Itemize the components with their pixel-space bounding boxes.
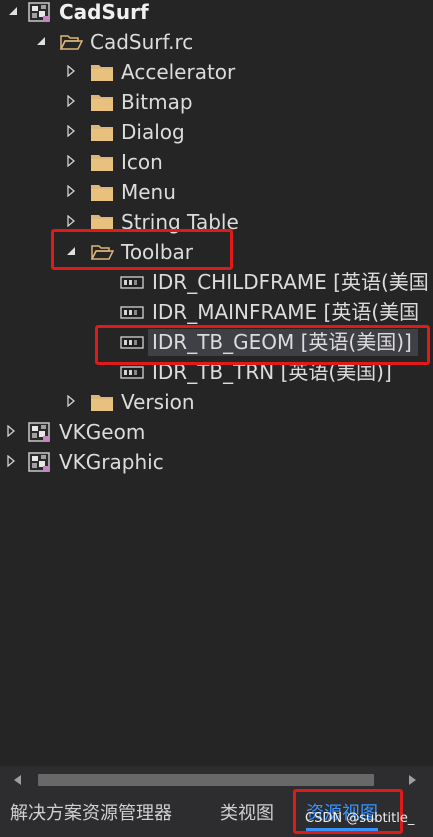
resource-tree: CadSurf CadSurf.rc Accelerator Bitmap Di… — [0, 0, 433, 762]
tree-item-label: CadSurf — [59, 0, 149, 24]
collapsed-arrow-icon[interactable] — [64, 117, 78, 147]
tree-item-cadsurf-rc[interactable]: CadSurf.rc — [0, 27, 433, 57]
horizontal-scrollbar[interactable] — [0, 766, 433, 794]
collapsed-arrow-icon[interactable] — [64, 387, 78, 417]
watermark: CSDN @subtitle_ — [305, 811, 415, 826]
tree-item-label: Accelerator — [121, 60, 236, 84]
resource-language: [英语(美国)] — [280, 360, 392, 384]
tree-item-label: VKGeom — [59, 420, 146, 444]
collapsed-arrow-icon[interactable] — [64, 87, 78, 117]
project-icon — [28, 422, 50, 442]
folder-icon — [90, 152, 113, 172]
folder-icon — [90, 392, 113, 412]
tree-item-string-table[interactable]: String Table — [0, 207, 433, 237]
tree-item-label: Menu — [121, 180, 176, 204]
expanded-arrow-icon[interactable] — [64, 237, 78, 267]
tree-item-idr-tb-geom[interactable]: IDR_TB_GEOM [英语(美国)] — [0, 327, 433, 357]
tree-item-idr-mainframe[interactable]: IDR_MAINFRAME [英语(美国 — [0, 297, 433, 327]
folder-icon — [90, 122, 113, 142]
tree-item-idr-childframe[interactable]: IDR_CHILDFRAME [英语(美国 — [0, 267, 433, 297]
scroll-left-icon[interactable] — [10, 772, 26, 788]
active-tab-indicator — [306, 828, 378, 831]
resource-language: [英语(美国 — [333, 270, 429, 294]
tree-item-dialog[interactable]: Dialog — [0, 117, 433, 147]
toolbar-resource-icon — [120, 362, 144, 382]
project-icon — [28, 2, 50, 22]
project-icon — [28, 452, 50, 472]
collapsed-arrow-icon[interactable] — [64, 57, 78, 87]
tree-item-label: String Table — [121, 210, 239, 234]
collapsed-arrow-icon[interactable] — [4, 417, 18, 447]
collapsed-arrow-icon[interactable] — [4, 447, 18, 477]
tree-item-label: CadSurf.rc — [90, 30, 194, 54]
folder-open-icon — [59, 32, 83, 52]
scrollbar-thumb[interactable] — [38, 774, 374, 786]
collapsed-arrow-icon[interactable] — [64, 177, 78, 207]
tree-item-accelerator[interactable]: Accelerator — [0, 57, 433, 87]
tree-item-label: Bitmap — [121, 90, 193, 114]
resource-id: IDR_CHILDFRAME — [152, 270, 327, 294]
tab-class-view[interactable]: 类视图 — [220, 794, 274, 834]
tree-item-idr-tb-trn[interactable]: IDR_TB_TRN [英语(美国)] — [0, 357, 433, 387]
folder-icon — [90, 212, 113, 232]
tree-item-bitmap[interactable]: Bitmap — [0, 87, 433, 117]
tree-item-icon[interactable]: Icon — [0, 147, 433, 177]
tree-item-menu[interactable]: Menu — [0, 177, 433, 207]
collapsed-arrow-icon[interactable] — [64, 207, 78, 237]
toolbar-resource-icon — [120, 332, 144, 352]
folder-icon — [90, 92, 113, 112]
tree-item-label: Icon — [121, 150, 163, 174]
tree-item-label: Dialog — [121, 120, 185, 144]
collapsed-arrow-icon[interactable] — [64, 147, 78, 177]
folder-icon — [90, 62, 113, 82]
tree-item-label: Version — [121, 390, 195, 414]
tree-item-toolbar[interactable]: Toolbar — [0, 237, 433, 267]
expanded-arrow-icon[interactable] — [6, 0, 20, 27]
tree-item-vkgraphic[interactable]: VKGraphic — [0, 447, 433, 477]
resource-language: [英语(美国)] — [300, 330, 412, 354]
resource-id: IDR_TB_GEOM — [152, 330, 295, 354]
tree-item-label: VKGraphic — [59, 450, 164, 474]
resource-language: [英语(美国 — [323, 300, 420, 324]
resource-id: IDR_TB_TRN — [152, 360, 275, 384]
tree-item-vkgeom[interactable]: VKGeom — [0, 417, 433, 447]
tab-solution-explorer[interactable]: 解决方案资源管理器 — [10, 794, 172, 834]
folder-icon — [90, 182, 113, 202]
tree-item-cadsurf[interactable]: CadSurf — [0, 0, 433, 27]
expanded-arrow-icon[interactable] — [34, 27, 48, 57]
tree-item-label: Toolbar — [121, 240, 194, 264]
toolbar-resource-icon — [120, 272, 144, 292]
toolbar-resource-icon — [120, 302, 144, 322]
scroll-right-icon[interactable] — [404, 772, 420, 788]
tree-item-version[interactable]: Version — [0, 387, 433, 417]
resource-id: IDR_MAINFRAME — [152, 300, 318, 324]
folder-open-icon — [90, 242, 114, 262]
